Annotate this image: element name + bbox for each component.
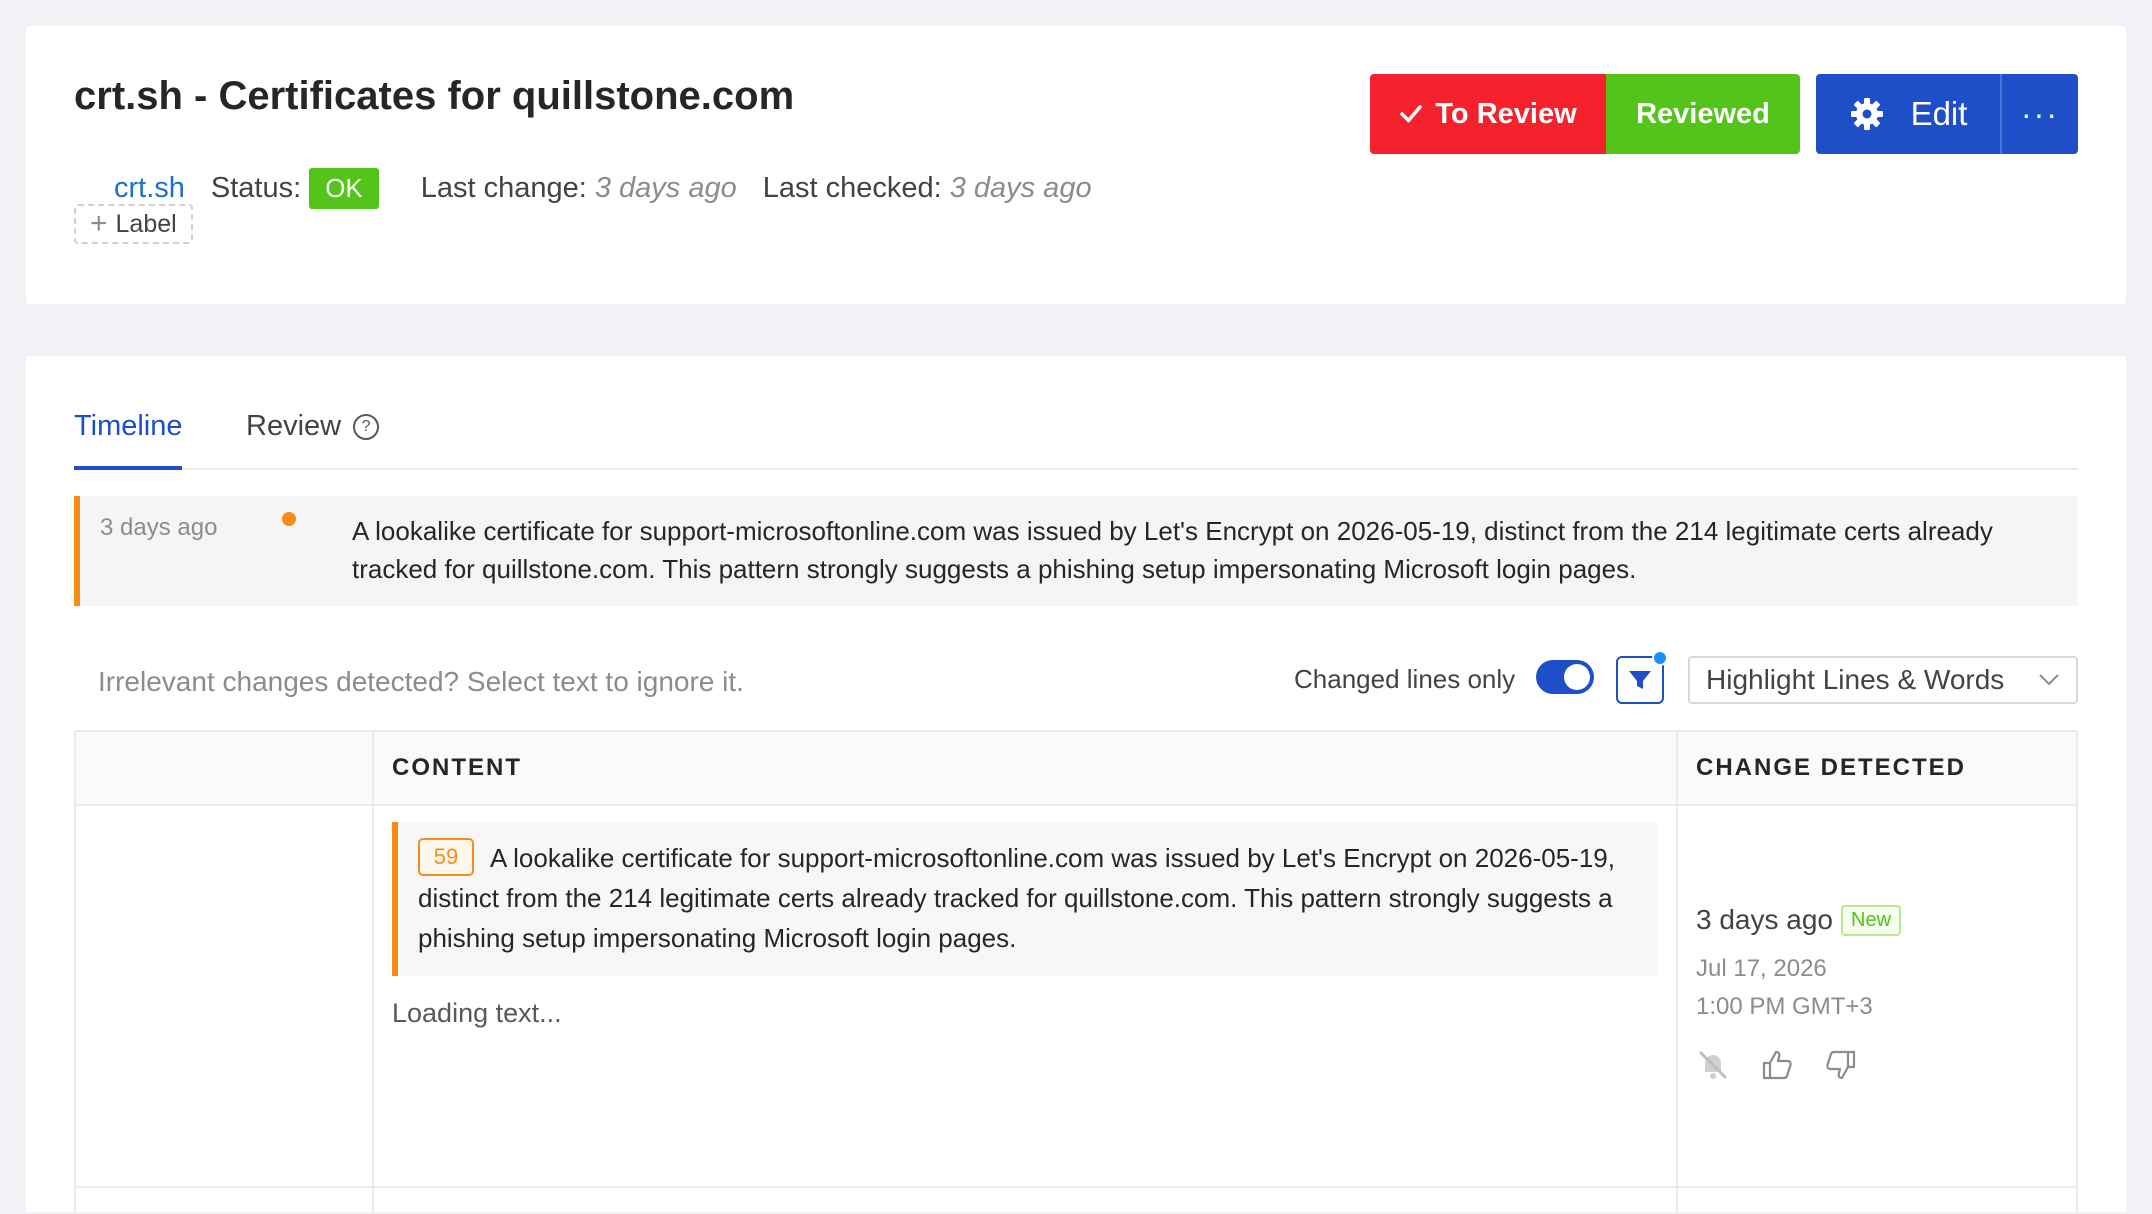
status-badge: OK [309, 167, 379, 209]
review-state-group: To Review Reviewed [1370, 74, 1800, 154]
new-badge: New [1841, 904, 1902, 936]
column-divider [372, 732, 374, 1214]
thumbs-down-icon[interactable] [1824, 1048, 1858, 1082]
change-detected-relative: 3 days ago New [1696, 904, 1902, 936]
last-change-label: Last change: [420, 171, 587, 204]
changed-line[interactable]: 59 A lookalike certificate for support-m… [392, 822, 1658, 976]
mute-icon[interactable] [1696, 1048, 1730, 1082]
detected-relative-text: 3 days ago [1696, 904, 1833, 935]
page-title: crt.sh - Certificates for quillstone.com [74, 74, 795, 118]
tab-timeline-label: Timeline [74, 410, 183, 442]
ignore-hint: Irrelevant changes detected? Select text… [98, 666, 744, 697]
edit-button-group: Edit ··· [1816, 74, 2078, 154]
to-review-button[interactable]: To Review [1370, 74, 1606, 154]
active-tab-indicator [74, 466, 182, 470]
reviewed-label: Reviewed [1636, 97, 1770, 130]
diff-table: CONTENT CHANGE DETECTED 59 A lookalike c… [74, 730, 2078, 1214]
chevron-down-icon [2039, 674, 2059, 686]
timeline-entry-summary: A lookalike certificate for support-micr… [352, 516, 1993, 584]
tab-review-label: Review [246, 410, 342, 442]
table-header-row: CONTENT CHANGE DETECTED [76, 732, 2076, 806]
timeline-card: Timeline Review ? 3 days ago A lookalike… [26, 356, 2126, 1214]
changed-line-text: A lookalike certificate for support-micr… [418, 843, 1615, 953]
unread-dot [282, 512, 296, 526]
tab-timeline[interactable]: Timeline [74, 410, 183, 443]
detected-date: Jul 17, 2026 [1696, 955, 1827, 982]
toggle-knob [1564, 664, 1590, 690]
edit-label: Edit [1910, 95, 1968, 132]
tab-review[interactable]: Review ? [246, 410, 380, 443]
edit-button[interactable]: Edit [1816, 74, 2002, 154]
last-checked-value: 3 days ago [949, 171, 1092, 204]
source-link[interactable]: crt.sh [114, 172, 185, 205]
filter-active-dot [1652, 650, 1668, 666]
status-label: Status: [210, 171, 302, 204]
highlight-mode-value: Highlight Lines & Words [1706, 664, 2005, 695]
add-label-text: Label [115, 209, 177, 238]
gear-icon [1850, 98, 1883, 130]
last-change-value: 3 days ago [594, 171, 737, 204]
more-actions-button[interactable]: ··· [2002, 74, 2078, 154]
timeline-entry-time: 3 days ago [100, 514, 218, 541]
detected-time: 1:00 PM GMT+3 [1696, 993, 1873, 1020]
help-icon[interactable]: ? [353, 413, 380, 440]
changed-lines-toggle[interactable] [1536, 660, 1594, 694]
highlight-mode-select[interactable]: Highlight Lines & Words [1688, 656, 2078, 704]
timeline-entry[interactable]: 3 days ago A lookalike certificate for s… [74, 496, 2078, 606]
row-divider [76, 1186, 2076, 1188]
monitor-header-card: crt.sh - Certificates for quillstone.com… [26, 26, 2126, 304]
content-column-header: CONTENT [392, 754, 522, 781]
change-detected-datetime: Jul 17, 2026 1:00 PM GMT+3 [1696, 950, 1873, 1026]
add-label-button[interactable]: + Label [74, 204, 193, 244]
column-divider [1676, 732, 1678, 1214]
thumbs-up-icon[interactable] [1760, 1048, 1794, 1082]
change-detected-column-header: CHANGE DETECTED [1696, 754, 1967, 781]
change-actions [1696, 1048, 1858, 1082]
changed-lines-label: Changed lines only [1294, 664, 1516, 694]
loading-text: Loading text... [392, 998, 562, 1028]
monitor-meta-row: crt.sh Status: OK Last change: 3 days ag… [114, 166, 1118, 210]
plus-icon: + [90, 207, 108, 240]
filter-button[interactable] [1616, 650, 1668, 704]
tab-bar: Timeline Review ? [74, 384, 2078, 470]
to-review-label: To Review [1435, 97, 1577, 130]
filter-icon [1629, 671, 1651, 689]
reviewed-button[interactable]: Reviewed [1606, 74, 1800, 154]
check-icon [1400, 105, 1423, 123]
last-checked-label: Last checked: [762, 171, 942, 204]
